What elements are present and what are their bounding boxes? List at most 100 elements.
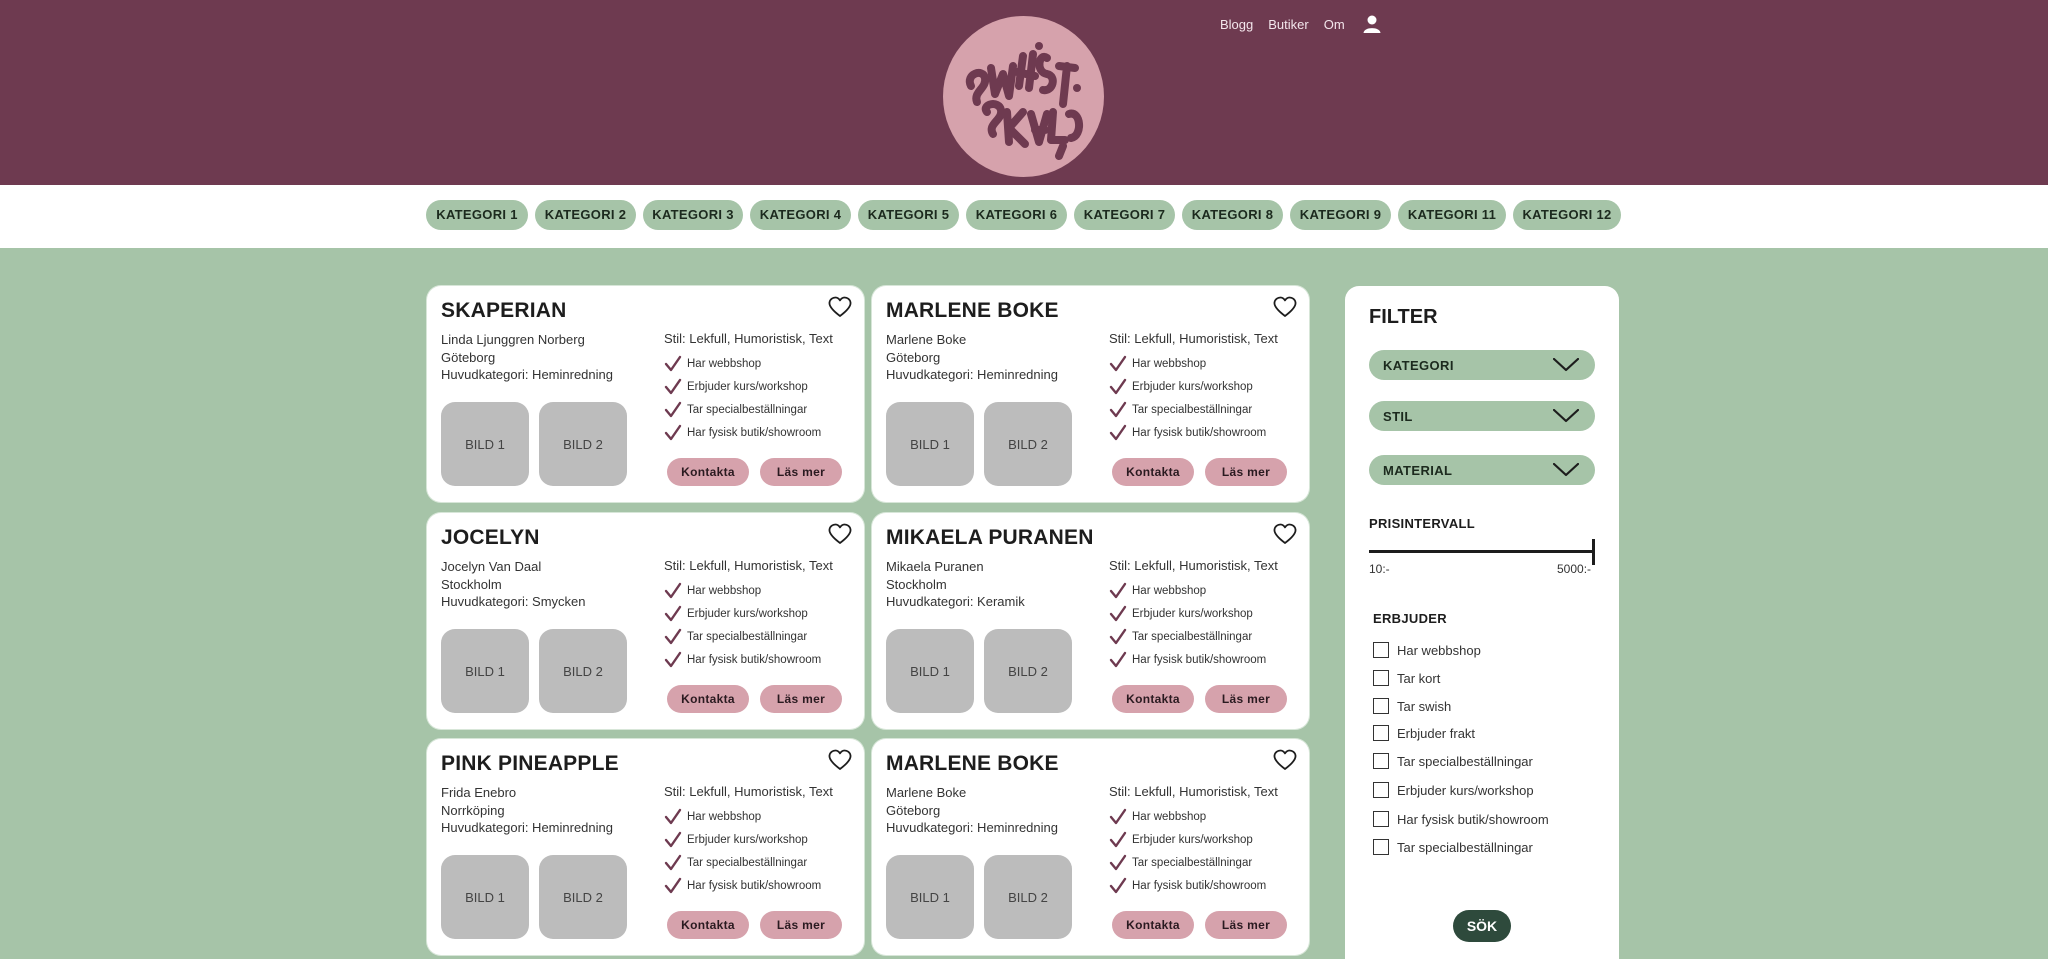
feature-label: Tar specialbeställningar: [1132, 403, 1253, 416]
image-placeholder-1[interactable]: BILD 1: [441, 402, 529, 486]
contact-button[interactable]: Kontakta: [667, 911, 749, 939]
price-max-label: 5000:-: [1557, 562, 1592, 576]
nav-blogg-link[interactable]: Blogg: [1220, 17, 1253, 32]
shop-main-category: Huvudkategori: Heminredning: [886, 367, 1058, 382]
feature-item: Har webbshop: [1109, 805, 1266, 828]
checkmark-icon: [1109, 808, 1127, 824]
category-pill-12[interactable]: KATEGORI 12: [1513, 200, 1621, 230]
shop-owner: Frida Enebro: [441, 785, 517, 800]
offer-label: Tar kort: [1397, 670, 1441, 686]
offer-checkbox[interactable]: Tar specialbeställningar: [1373, 839, 1533, 855]
price-slider-handle[interactable]: [1592, 539, 1595, 565]
checkmark-icon: [664, 605, 682, 621]
heart-icon[interactable]: [828, 523, 852, 545]
category-pill-9[interactable]: KATEGORI 9: [1290, 200, 1391, 230]
shop-style: Stil: Lekfull, Humoristisk, Text: [664, 784, 833, 799]
image-placeholder-1[interactable]: BILD 1: [886, 402, 974, 486]
checkbox-box[interactable]: [1373, 670, 1389, 686]
price-range-title: PRISINTERVALL: [1369, 516, 1475, 531]
shop-owner: Marlene Boke: [886, 785, 967, 800]
image-placeholder-2[interactable]: BILD 2: [984, 402, 1072, 486]
category-pill-2[interactable]: KATEGORI 2: [535, 200, 636, 230]
read-more-button[interactable]: Läs mer: [760, 685, 842, 713]
search-button[interactable]: SÖK: [1453, 910, 1511, 942]
shop-info: Jocelyn Van Daal Stockholm Huvudkategori…: [441, 558, 586, 611]
feature-item: Erbjuder kurs/workshop: [1109, 375, 1266, 398]
nav-om-link[interactable]: Om: [1324, 17, 1345, 32]
image-placeholder-2[interactable]: BILD 2: [539, 402, 627, 486]
contact-button[interactable]: Kontakta: [1112, 911, 1194, 939]
category-pill-3[interactable]: KATEGORI 3: [643, 200, 743, 230]
image-placeholder-2[interactable]: BILD 2: [539, 855, 627, 939]
checkbox-box[interactable]: [1373, 753, 1389, 769]
image-placeholder-1[interactable]: BILD 1: [886, 629, 974, 713]
read-more-button[interactable]: Läs mer: [760, 458, 842, 486]
read-more-button[interactable]: Läs mer: [1205, 911, 1287, 939]
image-placeholder-1[interactable]: BILD 1: [441, 629, 529, 713]
user-icon[interactable]: [1362, 14, 1382, 34]
shop-city: Göteborg: [886, 349, 941, 365]
image-placeholder-2[interactable]: BILD 2: [984, 855, 1072, 939]
checkmark-icon: [1109, 401, 1127, 417]
heart-icon[interactable]: [1273, 749, 1297, 771]
feature-item: Tar specialbeställningar: [1109, 625, 1266, 648]
offer-checkbox[interactable]: Erbjuder frakt: [1373, 725, 1475, 741]
offer-checkbox[interactable]: Tar swish: [1373, 698, 1451, 714]
category-pill-7[interactable]: KATEGORI 7: [1074, 200, 1175, 230]
category-pill-5[interactable]: KATEGORI 5: [858, 200, 959, 230]
read-more-button[interactable]: Läs mer: [760, 911, 842, 939]
checkmark-icon: [664, 355, 682, 371]
contact-button[interactable]: Kontakta: [1112, 685, 1194, 713]
category-pill-8[interactable]: KATEGORI 8: [1182, 200, 1283, 230]
checkmark-icon: [664, 651, 682, 667]
read-more-button[interactable]: Läs mer: [1205, 458, 1287, 486]
checkbox-box[interactable]: [1373, 698, 1389, 714]
heart-icon[interactable]: [1273, 523, 1297, 545]
checkmark-icon: [1109, 582, 1127, 598]
category-pill-1[interactable]: KATEGORI 1: [426, 200, 528, 230]
shop-title: MARLENE BOKE: [886, 752, 1059, 775]
image-placeholder-1[interactable]: BILD 1: [886, 855, 974, 939]
logo[interactable]: [943, 16, 1104, 177]
offer-checkbox[interactable]: Erbjuder kurs/workshop: [1373, 782, 1534, 798]
checkbox-box[interactable]: [1373, 725, 1389, 741]
category-pill-11[interactable]: KATEGORI 11: [1398, 200, 1506, 230]
image-placeholder-1[interactable]: BILD 1: [441, 855, 529, 939]
dropdown-kategori[interactable]: KATEGORI: [1369, 350, 1595, 380]
shop-style: Stil: Lekfull, Humoristisk, Text: [1109, 558, 1278, 573]
feature-label: Har fysisk butik/showroom: [687, 879, 822, 892]
image-placeholder-2[interactable]: BILD 2: [539, 629, 627, 713]
offer-checkbox[interactable]: Har webbshop: [1373, 642, 1481, 658]
feature-item: Erbjuder kurs/workshop: [664, 828, 821, 851]
contact-button[interactable]: Kontakta: [1112, 458, 1194, 486]
image-placeholder-2[interactable]: BILD 2: [984, 629, 1072, 713]
checkmark-icon: [664, 854, 682, 870]
offer-checkbox[interactable]: Tar kort: [1373, 670, 1440, 686]
price-slider-track[interactable]: [1369, 550, 1595, 553]
checkbox-box[interactable]: [1373, 642, 1389, 658]
shop-city: Göteborg: [886, 802, 941, 818]
nav-butiker-link[interactable]: Butiker: [1268, 17, 1308, 32]
feature-list: Har webbshop Erbjuder kurs/workshop Tar …: [664, 352, 821, 444]
heart-icon[interactable]: [828, 296, 852, 318]
read-more-button[interactable]: Läs mer: [1205, 685, 1287, 713]
checkbox-box[interactable]: [1373, 782, 1389, 798]
feature-label: Tar specialbeställningar: [687, 856, 808, 869]
heart-icon[interactable]: [1273, 296, 1297, 318]
shop-title: JOCELYN: [441, 526, 540, 549]
feature-item: Har webbshop: [664, 579, 821, 602]
contact-button[interactable]: Kontakta: [667, 458, 749, 486]
checkbox-box[interactable]: [1373, 811, 1389, 827]
offer-checkbox[interactable]: Har fysisk butik/showroom: [1373, 811, 1549, 827]
feature-label: Tar specialbeställningar: [1132, 856, 1253, 869]
heart-icon[interactable]: [828, 749, 852, 771]
checkbox-box[interactable]: [1373, 839, 1389, 855]
contact-button[interactable]: Kontakta: [667, 685, 749, 713]
offer-checkbox[interactable]: Tar specialbeställningar: [1373, 753, 1533, 769]
dropdown-material[interactable]: MATERIAL: [1369, 455, 1595, 485]
dropdown-stil[interactable]: STIL: [1369, 401, 1595, 431]
feature-item: Erbjuder kurs/workshop: [1109, 828, 1266, 851]
chevron-down-icon: [1553, 463, 1579, 477]
category-pill-6[interactable]: KATEGORI 6: [966, 200, 1067, 230]
category-pill-4[interactable]: KATEGORI 4: [750, 200, 851, 230]
